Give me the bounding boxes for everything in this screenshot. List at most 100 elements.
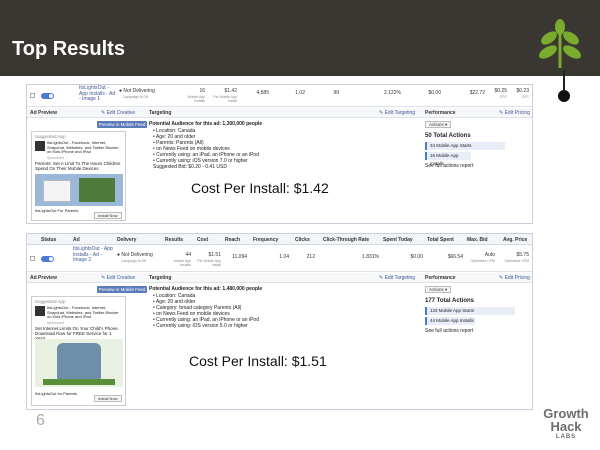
ad-preview-heading: Ad Preview <box>30 110 57 116</box>
spent-today-value: $0.00 <box>410 254 423 260</box>
column-header[interactable]: Frequency <box>253 237 278 243</box>
ctr-value: 2.122% <box>384 90 401 96</box>
app-icon <box>35 306 45 316</box>
ad-preview-card: Suggested App ItsLightsOut - Facebook, I… <box>31 296 126 406</box>
cost-sub: Per Mobile App Install <box>213 95 237 103</box>
actions-dropdown[interactable]: Actions ▾ <box>425 121 452 128</box>
brand-line: Hack <box>550 419 582 434</box>
delivery-text: Not Delivering <box>121 252 153 258</box>
page-number: 6 <box>36 412 45 429</box>
edit-pricing-label: Edit Pricing <box>504 110 530 116</box>
reach-value: 11,094 <box>232 254 247 260</box>
actions-label: Actions <box>429 122 444 127</box>
edit-pricing-link[interactable]: ✎ Edit Pricing <box>499 110 530 116</box>
action-bar: 16 Mobile App Installs <box>425 152 471 166</box>
reach-value: 4,585 <box>256 90 269 96</box>
criteria-item: • Currently using: iOS version 5.0 or hi… <box>153 323 248 329</box>
table-row[interactable]: ItsLightsOut - App Installs - Ad - Image… <box>27 245 532 272</box>
edit-creative-label: Edit Creative <box>106 110 136 116</box>
status-toggle[interactable] <box>41 256 54 262</box>
action-bar: 44 Mobile App Installs <box>425 317 475 325</box>
ad-preview-card: Suggested App ItsLightsOut - Facebook, I… <box>31 131 126 221</box>
potential-audience: Potential Audience for this ad: 1,300,00… <box>149 121 263 127</box>
column-header[interactable]: Click-Through Rate <box>323 237 369 243</box>
edit-targeting-link[interactable]: ✎ Edit Targeting <box>379 275 415 281</box>
delivery-status: ● Not Delivering <box>117 252 153 258</box>
table-row[interactable]: ItsLightsOut - App Installs - Ad - Image… <box>27 85 532 107</box>
row-checkbox[interactable] <box>30 93 35 98</box>
potential-audience: Potential Audience for this ad: 1,480,00… <box>149 286 263 292</box>
column-header[interactable]: Spent Today <box>383 237 413 243</box>
ad-results-panel-2: Status Ad Delivery Results Cost Reach Fr… <box>26 233 533 410</box>
column-header[interactable]: Reach <box>225 237 240 243</box>
cost-value: $1.42 <box>224 88 237 94</box>
max-bid-sub: CPC <box>499 95 507 99</box>
ctr-value: 1.831% <box>362 254 379 260</box>
frequency-value: 1.04 <box>279 254 289 260</box>
edit-creative-label: Edit Creative <box>106 275 136 281</box>
clicks-value: 99 <box>333 90 339 96</box>
ad-app-name: ItsLightsOut - Facebook, Internet, Snapc… <box>47 140 119 154</box>
column-header[interactable]: Ad <box>73 237 80 243</box>
total-actions: 50 Total Actions <box>425 133 471 139</box>
column-header[interactable]: Cost <box>197 237 208 243</box>
action-bar: 133 Mobile App Starts <box>425 307 515 315</box>
column-header[interactable]: Results <box>165 237 183 243</box>
section-header: Ad Preview ✎ Edit Creative Targeting ✎ E… <box>27 108 532 118</box>
growth-hack-labs-logo: Growth Hack LABS <box>538 407 594 441</box>
cost-value: $1.51 <box>208 252 221 258</box>
delivery-text: Not Delivering <box>123 88 155 94</box>
preview-mobile-feed-button[interactable]: Preview in Mobile Feed <box>97 121 147 128</box>
performance-heading: Performance <box>425 110 456 116</box>
max-bid-value: $0.25 <box>494 88 507 94</box>
row-checkbox[interactable] <box>30 256 35 261</box>
edit-targeting-label: Edit Targeting <box>384 275 416 281</box>
targeting-heading: Targeting <box>149 110 172 116</box>
column-header[interactable]: Delivery <box>117 237 136 243</box>
column-header[interactable]: Avg. Price <box>503 237 527 243</box>
delivery-sub: Campaign is Off <box>121 259 147 263</box>
status-toggle[interactable] <box>41 93 54 99</box>
edit-pricing-link[interactable]: ✎ Edit Pricing <box>499 275 530 281</box>
suggested-bid: Suggested Bid: $0.20 - 0.41 USD <box>153 164 227 170</box>
cost-sub: Per Mobile App Install <box>197 259 221 267</box>
ad-footer: ItsLightsOut For Parents <box>35 208 79 213</box>
section-header: Ad Preview ✎ Edit Creative Targeting ✎ E… <box>27 273 532 283</box>
results-sub: Mobile App Installs <box>173 259 191 267</box>
edit-creative-link[interactable]: ✎ Edit Creative <box>101 275 135 281</box>
performance-heading: Performance <box>425 275 456 281</box>
edit-targeting-link[interactable]: ✎ Edit Targeting <box>379 110 415 116</box>
avg-price-value: $0.23 <box>516 88 529 94</box>
total-spent-value: $66.54 <box>447 254 463 260</box>
ad-body: Parents: Set A Limit To The Hours Childr… <box>35 161 121 171</box>
delivery-sub: Campaign is Off <box>123 95 149 99</box>
full-actions-report-link[interactable]: See full actions report <box>425 163 473 169</box>
cost-per-install-label: Cost Per Install: $1.42 <box>191 180 329 196</box>
ad-name-link[interactable]: ItsLightsOut - App Installs - Ad - Image… <box>79 85 117 103</box>
clicks-value: 212 <box>306 254 315 260</box>
column-header[interactable]: Clicks <box>295 237 310 243</box>
column-header[interactable]: Status <box>41 237 56 243</box>
leaf-logo-icon <box>538 19 582 68</box>
column-header[interactable]: Total Spent <box>427 237 454 243</box>
results-sub: Mobile App Installs <box>187 95 205 103</box>
column-header[interactable]: Max. Bid <box>467 237 488 243</box>
install-now-button[interactable]: Install Now <box>94 395 122 402</box>
decor-dot <box>558 90 570 102</box>
actions-dropdown[interactable]: Actions ▾ <box>425 286 452 293</box>
edit-creative-link[interactable]: ✎ Edit Creative <box>101 110 135 116</box>
ad-preview-heading: Ad Preview <box>30 275 57 281</box>
max-bid-sub: Optimized CPM <box>470 259 495 263</box>
ad-image <box>35 174 123 206</box>
edit-targeting-label: Edit Targeting <box>384 110 416 116</box>
full-actions-report-link[interactable]: See full actions report <box>425 328 473 334</box>
ad-image <box>35 339 123 387</box>
spent-today-value: $0.00 <box>428 90 441 96</box>
ad-name-link[interactable]: ItsLightsOut - App Installs - Ad - Image… <box>73 246 113 264</box>
install-now-button[interactable]: Install Now <box>94 212 122 219</box>
max-bid-value: Auto <box>484 252 495 258</box>
delivery-status: ● Not Delivering <box>119 88 155 94</box>
app-icon <box>35 141 45 151</box>
preview-mobile-feed-button[interactable]: Preview in Mobile Feed <box>97 286 147 293</box>
action-bar: 34 Mobile App Starts <box>425 142 505 150</box>
